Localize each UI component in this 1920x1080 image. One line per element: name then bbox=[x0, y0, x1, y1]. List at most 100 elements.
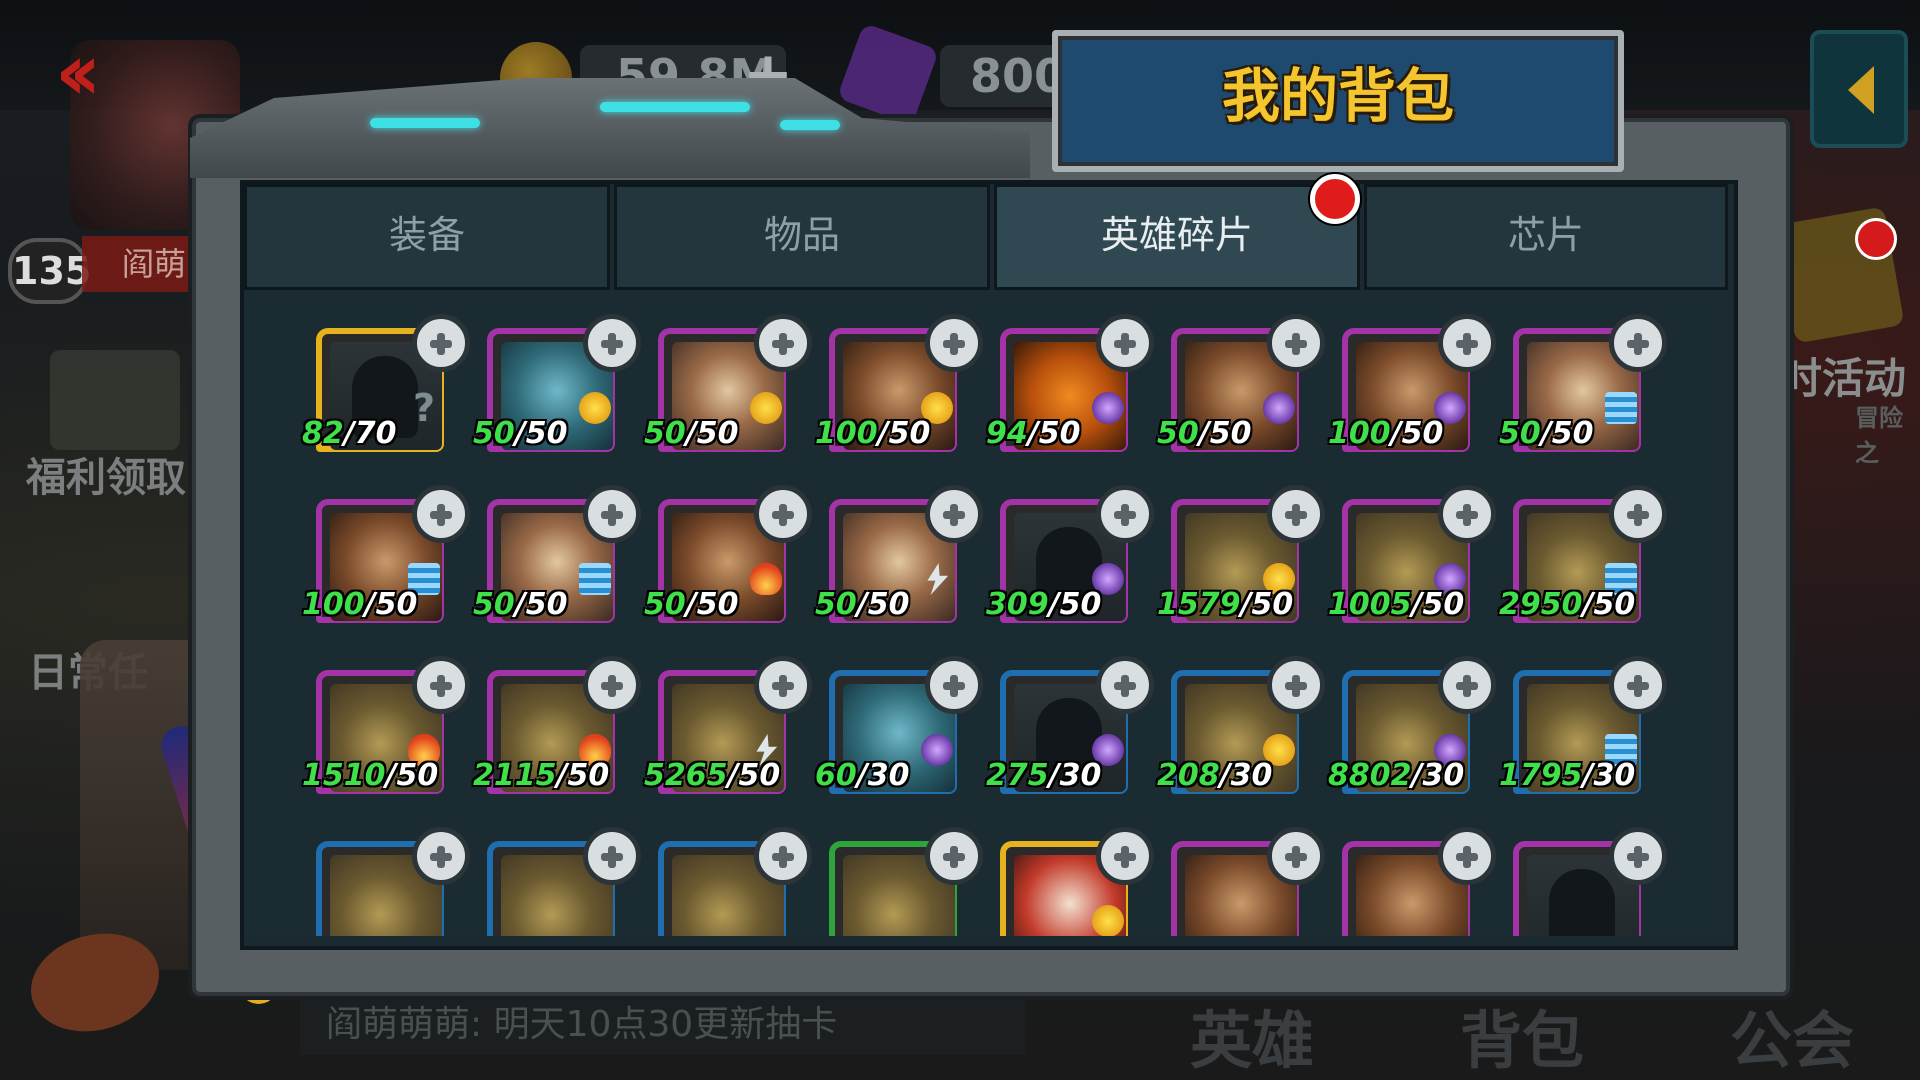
shard-count: 60/30 bbox=[815, 758, 910, 793]
puzzle-add-icon[interactable] bbox=[1609, 827, 1667, 885]
shard-count: 50/50 bbox=[473, 416, 568, 451]
shard-grid: ? 82/70 50/50 50/50 100/50 94/50 50/50 100/50 50… bbox=[244, 290, 1726, 936]
puzzle-add-icon[interactable] bbox=[583, 656, 641, 714]
hero-shard-card[interactable] bbox=[487, 827, 641, 936]
puzzle-add-icon[interactable] bbox=[1438, 485, 1496, 543]
category-tabs: 装备 物品 英雄碎片 芯片 bbox=[244, 184, 1728, 290]
shard-count: 50/50 bbox=[473, 587, 568, 622]
decoration-light bbox=[780, 120, 840, 130]
hero-shard-card[interactable]: 309/50 bbox=[986, 485, 1154, 627]
hero-shard-card[interactable]: 50/50 bbox=[644, 485, 812, 627]
tab-equipment[interactable]: 装备 bbox=[244, 184, 610, 290]
puzzle-add-icon[interactable] bbox=[754, 314, 812, 372]
collapse-arrow-icon[interactable] bbox=[1810, 30, 1908, 148]
puzzle-add-icon[interactable] bbox=[412, 485, 470, 543]
back-arrow-icon[interactable]: ‹‹ bbox=[55, 34, 145, 112]
puzzle-add-icon[interactable] bbox=[1267, 314, 1325, 372]
puzzle-add-icon[interactable] bbox=[1609, 656, 1667, 714]
chat-message[interactable]: 阎萌萌萌: 明天10点30更新抽卡 bbox=[300, 995, 1026, 1055]
puzzle-add-icon[interactable] bbox=[925, 827, 983, 885]
puzzle-add-icon[interactable] bbox=[925, 656, 983, 714]
hero-shard-card[interactable]: 100/50 bbox=[815, 314, 983, 456]
hero-shard-card[interactable]: 60/30 bbox=[815, 656, 983, 798]
hero-shard-card[interactable]: 2115/50 bbox=[473, 656, 641, 798]
event-notification-dot bbox=[1855, 218, 1897, 260]
decoration-light bbox=[600, 102, 750, 112]
hero-shard-card[interactable]: 50/50 bbox=[1499, 314, 1667, 456]
hero-shard-card[interactable]: 208/30 bbox=[1157, 656, 1325, 798]
hero-shard-card[interactable]: 1579/50 bbox=[1157, 485, 1325, 627]
hero-shard-card[interactable]: 50/50 bbox=[1157, 314, 1325, 456]
hero-shard-card[interactable]: 100/50 bbox=[1328, 314, 1496, 456]
event-label[interactable]: 时活动 bbox=[1780, 345, 1906, 406]
hero-shard-card[interactable] bbox=[316, 827, 470, 936]
shard-count: 50/50 bbox=[1499, 416, 1594, 451]
hero-shard-card[interactable]: 50/50 bbox=[815, 485, 983, 627]
puzzle-add-icon[interactable] bbox=[925, 314, 983, 372]
hero-shard-card[interactable] bbox=[658, 827, 812, 936]
puzzle-add-icon[interactable] bbox=[925, 485, 983, 543]
bottom-tab-heroes[interactable]: 英雄 bbox=[1190, 990, 1314, 1080]
hero-shard-card[interactable]: 5265/50 bbox=[644, 656, 812, 798]
hero-shard-card[interactable]: 94/50 bbox=[986, 314, 1154, 456]
hero-shard-card[interactable] bbox=[1171, 827, 1325, 936]
puzzle-add-icon[interactable] bbox=[583, 314, 641, 372]
shard-count: 100/50 bbox=[1328, 416, 1444, 451]
puzzle-add-icon[interactable] bbox=[1096, 827, 1154, 885]
puzzle-add-icon[interactable] bbox=[1267, 485, 1325, 543]
puzzle-add-icon[interactable] bbox=[412, 827, 470, 885]
page-title: 我的背包 bbox=[1221, 62, 1454, 130]
hero-shard-card[interactable] bbox=[1000, 827, 1154, 936]
puzzle-add-icon[interactable] bbox=[1096, 485, 1154, 543]
puzzle-add-icon[interactable] bbox=[1267, 827, 1325, 885]
welfare-label[interactable]: 福利领取 bbox=[26, 445, 186, 503]
shard-count: 2115/50 bbox=[473, 758, 610, 793]
hero-shard-card[interactable]: 50/50 bbox=[473, 314, 641, 456]
hero-shard-card[interactable]: 1795/30 bbox=[1499, 656, 1667, 798]
hero-shard-card[interactable]: 1510/50 bbox=[302, 656, 470, 798]
shard-count: 50/50 bbox=[644, 587, 739, 622]
hero-shard-card[interactable] bbox=[1513, 827, 1667, 936]
hero-shard-card[interactable]: 275/30 bbox=[986, 656, 1154, 798]
puzzle-add-icon[interactable] bbox=[1609, 485, 1667, 543]
hero-shard-card[interactable]: 8802/30 bbox=[1328, 656, 1496, 798]
hero-shard-card[interactable] bbox=[1342, 827, 1496, 936]
title-banner: 我的背包 bbox=[1052, 30, 1624, 172]
puzzle-add-icon[interactable] bbox=[412, 314, 470, 372]
shard-count: 100/50 bbox=[815, 416, 931, 451]
tab-chips[interactable]: 芯片 bbox=[1364, 184, 1728, 290]
puzzle-add-icon[interactable] bbox=[583, 485, 641, 543]
puzzle-add-icon[interactable] bbox=[412, 656, 470, 714]
tab-items[interactable]: 物品 bbox=[614, 184, 990, 290]
hero-shard-card[interactable]: ? 82/70 bbox=[302, 314, 470, 456]
player-level: 135 bbox=[8, 238, 91, 304]
hero-shard-card[interactable]: 1005/50 bbox=[1328, 485, 1496, 627]
bottom-tab-bag[interactable]: 背包 bbox=[1460, 990, 1584, 1080]
hero-shard-card[interactable]: 50/50 bbox=[644, 314, 812, 456]
shard-count: 309/50 bbox=[986, 587, 1102, 622]
hero-shard-card[interactable]: 50/50 bbox=[473, 485, 641, 627]
puzzle-add-icon[interactable] bbox=[1267, 656, 1325, 714]
puzzle-add-icon[interactable] bbox=[1096, 656, 1154, 714]
shard-count: 94/50 bbox=[986, 416, 1081, 451]
puzzle-add-icon[interactable] bbox=[754, 485, 812, 543]
bottom-tab-guild[interactable]: 公会 bbox=[1730, 990, 1854, 1080]
shard-count: 5265/50 bbox=[644, 758, 781, 793]
decoration-light bbox=[370, 118, 480, 128]
puzzle-add-icon[interactable] bbox=[754, 827, 812, 885]
hero-shard-card[interactable]: 2950/50 bbox=[1499, 485, 1667, 627]
puzzle-add-icon[interactable] bbox=[1438, 656, 1496, 714]
sun-element-icon bbox=[1092, 905, 1124, 936]
puzzle-add-icon[interactable] bbox=[583, 827, 641, 885]
puzzle-add-icon[interactable] bbox=[754, 656, 812, 714]
hero-shard-card[interactable]: 100/50 bbox=[302, 485, 470, 627]
shard-count: 1795/30 bbox=[1499, 758, 1636, 793]
tab-hero-shards[interactable]: 英雄碎片 bbox=[994, 184, 1360, 290]
puzzle-add-icon[interactable] bbox=[1438, 827, 1496, 885]
shard-count: 100/50 bbox=[302, 587, 418, 622]
puzzle-add-icon[interactable] bbox=[1096, 314, 1154, 372]
welfare-icon[interactable] bbox=[50, 350, 180, 450]
puzzle-add-icon[interactable] bbox=[1609, 314, 1667, 372]
hero-shard-card[interactable] bbox=[829, 827, 983, 936]
puzzle-add-icon[interactable] bbox=[1438, 314, 1496, 372]
